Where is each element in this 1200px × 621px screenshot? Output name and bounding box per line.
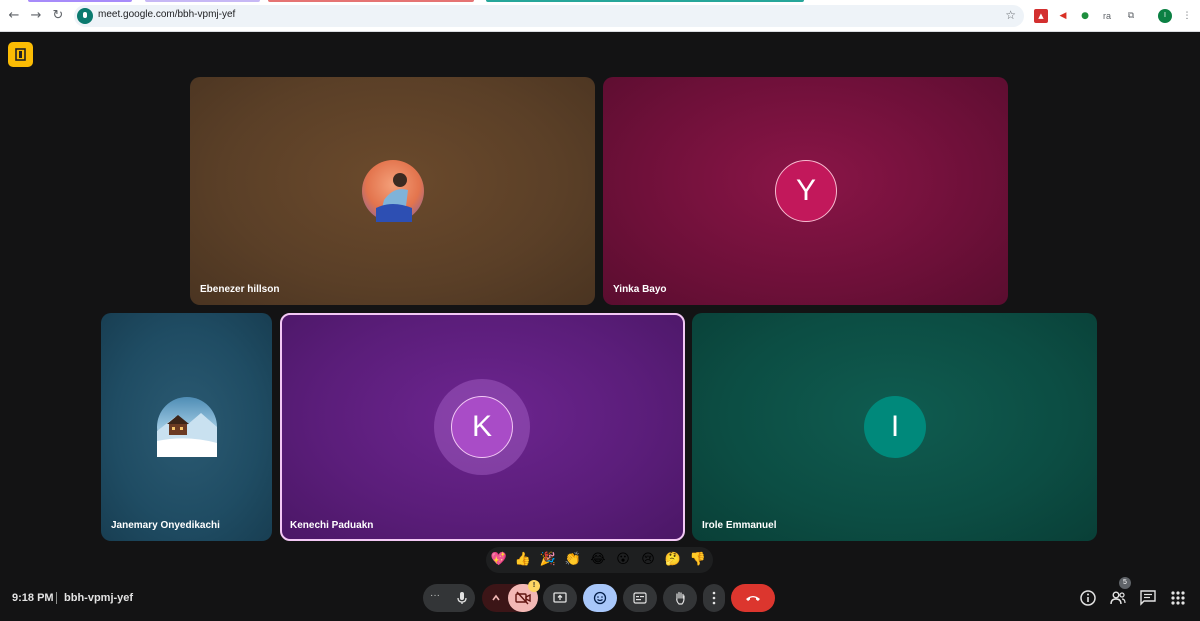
reaction-party[interactable]: 🎉 xyxy=(539,551,557,569)
google-green-icon[interactable]: ● xyxy=(1078,9,1092,23)
ra-extension-icon[interactable]: ra xyxy=(1100,9,1114,23)
audio-settings-group[interactable]: ··· xyxy=(423,584,475,612)
forward-arrow-icon[interactable]: → xyxy=(28,8,44,24)
reaction-clap[interactable]: 👏 xyxy=(564,551,582,569)
tab-strip xyxy=(0,0,1200,3)
participant-name: Kenechi Paduakn xyxy=(290,520,374,531)
people-icon xyxy=(1110,591,1126,605)
leave-call-button[interactable] xyxy=(731,584,775,612)
captions-button[interactable] xyxy=(623,584,657,612)
reaction-surprised[interactable]: 😮 xyxy=(614,551,632,569)
profile-avatar[interactable]: I xyxy=(1158,9,1172,23)
tab-indicator[interactable] xyxy=(268,0,474,2)
tab-indicator[interactable] xyxy=(486,0,804,2)
present-screen-icon xyxy=(553,592,567,603)
door-icon xyxy=(15,48,26,61)
browser-menu-icon[interactable]: ⋮ xyxy=(1180,9,1194,23)
closed-captions-icon xyxy=(633,592,647,604)
hang-up-icon xyxy=(746,596,760,601)
meeting-time: 9:18 PM xyxy=(12,592,54,604)
info-icon xyxy=(1080,590,1096,606)
microphone-icon[interactable] xyxy=(455,591,469,605)
reaction-thumbs-down[interactable]: 👎 xyxy=(689,551,707,569)
participant-avatar: K xyxy=(451,396,513,458)
pdf-icon[interactable]: ▲ xyxy=(1034,9,1048,23)
puzzle-icon[interactable]: ⧉ xyxy=(1124,9,1138,23)
bookmark-star-icon[interactable]: ☆ xyxy=(1005,8,1016,22)
person-photo-icon xyxy=(376,173,412,222)
reaction-laugh[interactable]: 😂 xyxy=(589,551,607,569)
participant-name: Ebenezer hillson xyxy=(200,284,280,295)
more-vert-icon xyxy=(712,591,716,605)
more-options-button[interactable] xyxy=(703,584,725,612)
meeting-details-button[interactable] xyxy=(1079,589,1097,607)
tab-indicator[interactable] xyxy=(28,0,132,2)
present-screen-button[interactable] xyxy=(543,584,577,612)
reaction-sad[interactable]: 😢 xyxy=(639,551,657,569)
audio-more-label[interactable]: ··· xyxy=(430,590,440,601)
hand-icon xyxy=(676,591,685,605)
meeting-badge[interactable] xyxy=(8,42,33,67)
people-button[interactable] xyxy=(1109,589,1127,607)
participant-name: Janemary Onyedikachi xyxy=(111,520,220,531)
tab-indicator[interactable] xyxy=(145,0,260,2)
participant-name: Irole Emmanuel xyxy=(702,520,777,531)
site-info-icon[interactable] xyxy=(77,8,93,24)
participant-tile[interactable]: Y Yinka Bayo xyxy=(603,77,1008,305)
participant-photo xyxy=(362,160,424,222)
raise-hand-button[interactable] xyxy=(663,584,697,612)
url-text[interactable]: meet.google.com/bbh-vpmj-yef xyxy=(98,9,235,20)
chat-icon xyxy=(1140,590,1156,606)
participant-tile-active-speaker[interactable]: K Kenechi Paduakn xyxy=(280,313,685,541)
reaction-thumbs-up[interactable]: 👍 xyxy=(514,551,532,569)
activities-button[interactable] xyxy=(1169,589,1187,607)
reaction-thinking[interactable]: 🤔 xyxy=(664,551,682,569)
participant-avatar: I xyxy=(864,396,926,458)
meeting-code: bbh-vpmj-yef xyxy=(64,592,134,604)
reaction-heart[interactable]: 💖 xyxy=(490,551,508,569)
megaphone-icon[interactable]: ◀ xyxy=(1056,9,1070,23)
apps-grid-icon xyxy=(1171,591,1185,605)
camera-off-icon xyxy=(515,591,531,605)
chat-button[interactable] xyxy=(1139,589,1157,607)
participant-photo xyxy=(157,397,217,457)
address-bar[interactable]: meet.google.com/bbh-vpmj-yef ☆ xyxy=(74,5,1024,27)
send-reaction-button[interactable] xyxy=(583,584,617,612)
participant-name: Yinka Bayo xyxy=(613,284,667,295)
browser-toolbar: ← → ↻ meet.google.com/bbh-vpmj-yef ☆ ▲ ◀… xyxy=(0,0,1200,32)
people-count-badge: 5 xyxy=(1119,577,1131,589)
participant-tile[interactable]: Ebenezer hillson xyxy=(190,77,595,305)
back-arrow-icon[interactable]: ← xyxy=(6,8,22,24)
reactions-bar: 💖 👍 🎉 👏 😂 😮 😢 🤔 👎 xyxy=(486,547,713,573)
camera-warning-badge: ! xyxy=(528,580,540,592)
cabin-photo-icon xyxy=(157,413,217,457)
participant-tile[interactable]: Janemary Onyedikachi xyxy=(101,313,272,541)
footer-divider xyxy=(56,592,57,604)
participant-tile[interactable]: I Irole Emmanuel xyxy=(692,313,1097,541)
reload-icon[interactable]: ↻ xyxy=(50,8,66,24)
participant-avatar: Y xyxy=(775,160,837,222)
emoji-icon xyxy=(593,591,607,605)
chevron-up-icon[interactable] xyxy=(491,593,501,603)
